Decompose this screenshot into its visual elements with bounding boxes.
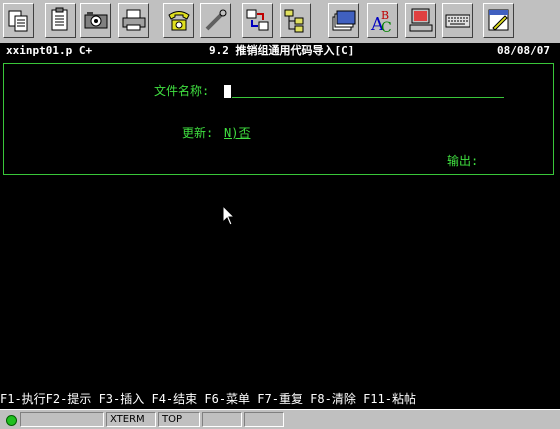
printer-icon: [122, 9, 146, 31]
spell-icon: ACB: [370, 9, 392, 34]
svg-text:C: C: [381, 20, 392, 34]
keyboard-button[interactable]: [442, 3, 473, 38]
tool-button[interactable]: [200, 3, 231, 38]
mouse-pointer-icon: [222, 205, 236, 226]
file-name-underline: [232, 97, 504, 98]
edit-doc-icon: [488, 9, 509, 31]
transfer-button[interactable]: [242, 3, 273, 38]
program-name: xxinpt01.p C+: [6, 44, 93, 57]
wrench-icon: [205, 9, 227, 31]
file-name-label: 文件名称:: [154, 84, 210, 98]
tree-icon: [284, 9, 304, 33]
cut-icon: [8, 10, 28, 32]
print-button[interactable]: [118, 3, 149, 38]
files-icon: [332, 10, 356, 31]
status-segment-5: [244, 412, 284, 427]
status-segment-4: [202, 412, 242, 427]
phone-button[interactable]: [163, 3, 194, 38]
computer-button[interactable]: [405, 3, 436, 38]
copy-icon: [51, 7, 68, 31]
files-button[interactable]: [328, 3, 359, 38]
screen-date: 08/08/07: [497, 44, 550, 57]
status-segment-mode: TOP: [158, 412, 200, 427]
update-label: 更新:: [182, 126, 214, 140]
status-segment-1: [20, 412, 104, 427]
terminal: xxinpt01.p C+ 9.2 推销组通用代码导入[C] 08/08/07 …: [0, 43, 560, 409]
phone-icon: [168, 11, 190, 31]
status-bar: XTERM TOP: [0, 409, 560, 429]
svg-text:B: B: [381, 9, 389, 22]
edit-doc-button[interactable]: [483, 3, 514, 38]
update-field[interactable]: N)否: [224, 126, 250, 140]
screen-title: 9.2 推销组通用代码导入[C]: [209, 44, 355, 57]
camera-icon: [84, 12, 108, 29]
keyboard-icon: [445, 14, 470, 28]
camera-button[interactable]: [80, 3, 111, 38]
cut-button[interactable]: [3, 3, 34, 38]
computer-icon: [409, 8, 433, 32]
copy-button[interactable]: [45, 3, 76, 38]
function-key-bar: F1-执行F2-提示 F3-插入 F4-结束 F6-菜单 F7-重复 F8-清除…: [0, 392, 416, 406]
tree-button[interactable]: [280, 3, 311, 38]
spell-button[interactable]: ACB: [367, 3, 398, 38]
transfer-icon: [246, 9, 269, 31]
toolbar: ACB: [0, 0, 560, 44]
text-cursor: [224, 85, 231, 98]
output-label: 输出:: [447, 154, 479, 168]
status-led-icon: [6, 415, 17, 426]
status-segment-terminal: XTERM: [106, 412, 156, 427]
